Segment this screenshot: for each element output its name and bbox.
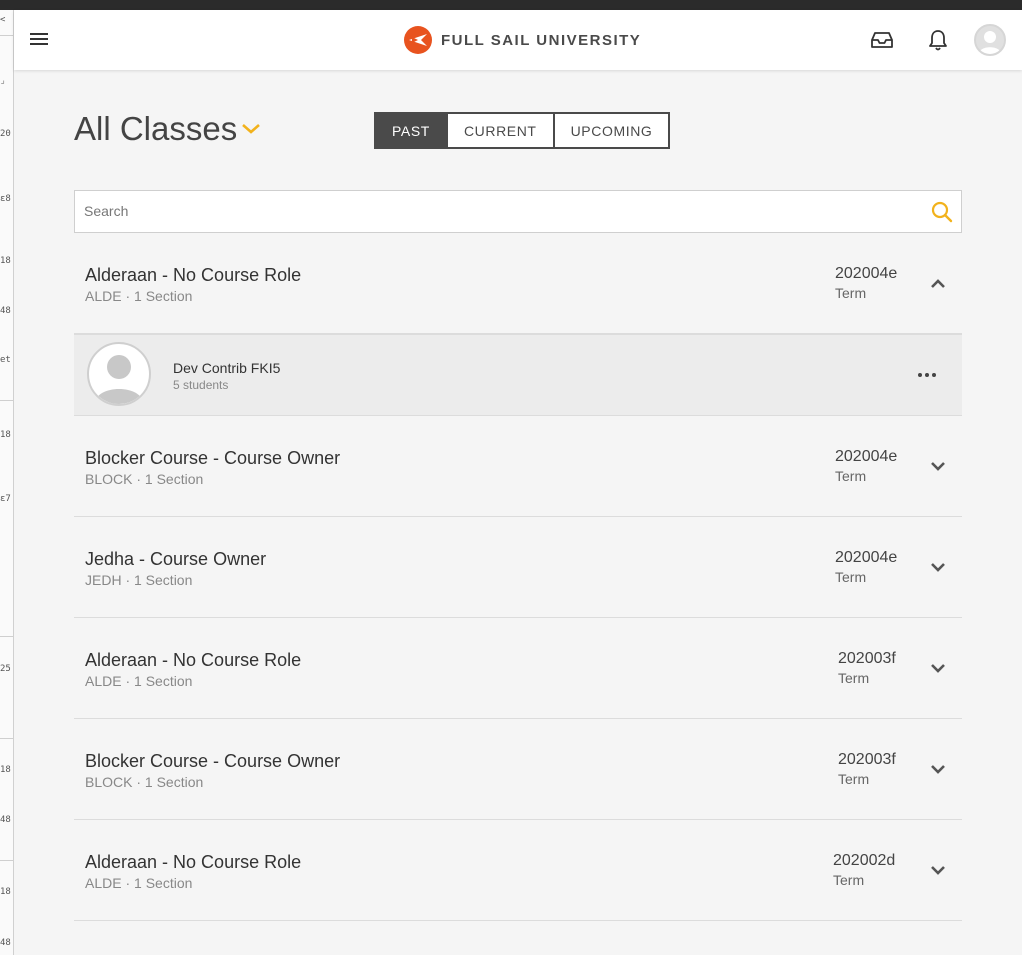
gutter-divider — [0, 636, 13, 637]
page-title: All Classes — [74, 110, 238, 147]
section-row[interactable]: Dev Contrib FKI5 5 students — [74, 334, 962, 416]
chevron-down-icon[interactable] — [928, 759, 948, 779]
chevron-down-icon[interactable] — [928, 456, 948, 476]
chevron-down-icon[interactable] — [928, 860, 948, 880]
chevron-down-icon[interactable] — [240, 122, 262, 138]
course-name: Alderaan - No Course Role — [85, 650, 302, 670]
course-term-label: Term — [838, 771, 870, 787]
gutter-mark: ⌟ — [0, 76, 6, 86]
left-gutter: < ⌟ 20 ε8 18 48 et 18 ε7 25 18 48 18 48 — [0, 10, 14, 955]
tab-past[interactable]: PAST — [376, 114, 448, 147]
gutter-mark: 18 — [0, 887, 11, 897]
course-name: Blocker Course - Course Owner — [85, 448, 341, 468]
gutter-mark: 18 — [0, 256, 11, 266]
gutter-mark: et — [0, 355, 11, 365]
course-term: 202004e — [835, 265, 898, 282]
more-options-icon[interactable] — [912, 365, 942, 385]
full-sail-logo-icon — [404, 26, 432, 54]
brand-name: FULL SAIL UNIVERSITY — [441, 31, 642, 49]
course-term-label: Term — [838, 670, 870, 686]
top-strip — [0, 0, 1022, 10]
term-filter-tabs: PAST CURRENT UPCOMING — [374, 112, 671, 149]
menu-icon[interactable] — [30, 30, 50, 50]
brand-logo[interactable]: FULL SAIL UNIVERSITY — [404, 25, 641, 55]
course-row[interactable]: Alderaan - No Course Role ALDE · 1 Secti… — [74, 233, 962, 334]
course-term: 202004e — [835, 448, 898, 465]
gutter-mark: 18 — [0, 430, 11, 440]
gutter-mark: 48 — [0, 306, 11, 316]
course-row[interactable]: Alderaan - No Course Role ALDE · 1 Secti… — [74, 820, 962, 921]
course-name: Alderaan - No Course Role — [85, 265, 302, 285]
gutter-mark: 48 — [0, 938, 11, 948]
course-term-label: Term — [835, 468, 867, 484]
gutter-mark: 20 — [0, 129, 11, 139]
gutter-divider — [0, 35, 13, 36]
chevron-down-icon[interactable] — [928, 557, 948, 577]
course-term: 202002d — [833, 852, 896, 869]
course-code: ALDE · 1 Section — [85, 288, 193, 304]
chevron-down-icon[interactable] — [928, 658, 948, 678]
inbox-icon[interactable] — [870, 28, 894, 52]
course-code: BLOCK · 1 Section — [85, 471, 204, 487]
course-row[interactable]: Alderaan - No Course Role ALDE · 1 Secti… — [74, 618, 962, 719]
gutter-mark: 18 — [0, 765, 11, 775]
course-code: ALDE · 1 Section — [85, 875, 193, 891]
course-term-label: Term — [833, 872, 865, 888]
gutter-mark: ε7 — [0, 494, 11, 504]
section-avatar — [87, 342, 151, 406]
search-icon[interactable] — [931, 201, 953, 223]
gutter-divider — [0, 738, 13, 739]
course-term: 202003f — [838, 650, 896, 667]
gutter-mark: 25 — [0, 664, 11, 674]
course-name: Blocker Course - Course Owner — [85, 751, 341, 771]
search-input[interactable] — [75, 191, 915, 231]
tab-upcoming[interactable]: UPCOMING — [554, 114, 669, 147]
gutter-divider — [0, 860, 13, 861]
gutter-mark: 48 — [0, 815, 11, 825]
bell-icon[interactable] — [926, 28, 950, 52]
course-term-label: Term — [835, 285, 867, 301]
gutter-mark: ε8 — [0, 194, 11, 204]
gutter-divider — [0, 400, 13, 401]
course-row[interactable]: Blocker Course - Course Owner BLOCK · 1 … — [74, 719, 962, 820]
app-header: FULL SAIL UNIVERSITY — [14, 10, 1022, 70]
course-code: JEDH · 1 Section — [85, 572, 193, 588]
section-student-count: 5 students — [173, 378, 229, 392]
course-term-label: Term — [835, 569, 867, 585]
course-code: ALDE · 1 Section — [85, 673, 193, 689]
course-row[interactable]: Blocker Course - Course Owner BLOCK · 1 … — [74, 416, 962, 517]
course-row[interactable]: Jedha - Course Owner JEDH · 1 Section 20… — [74, 517, 962, 618]
chevron-up-icon[interactable] — [928, 274, 948, 294]
course-name: Jedha - Course Owner — [85, 549, 267, 569]
tab-current[interactable]: CURRENT — [447, 114, 555, 147]
course-code: BLOCK · 1 Section — [85, 774, 204, 790]
course-term: 202004e — [835, 549, 898, 566]
search-box — [74, 190, 962, 233]
section-name: Dev Contrib FKI5 — [173, 360, 281, 376]
gutter-mark: < — [0, 15, 6, 25]
course-name: Alderaan - No Course Role — [85, 852, 302, 872]
course-term: 202003f — [838, 751, 896, 768]
user-avatar[interactable] — [974, 24, 1006, 56]
